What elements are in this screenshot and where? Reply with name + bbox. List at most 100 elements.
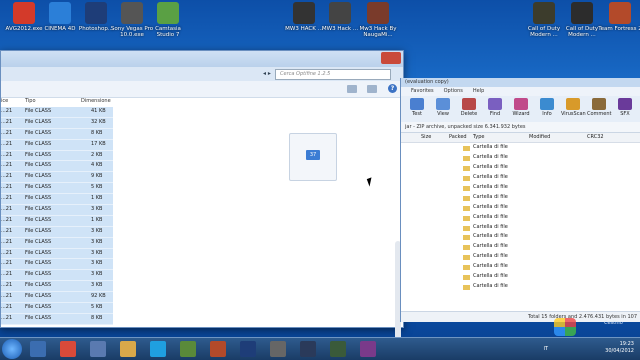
column-packed[interactable]: Packed [449, 133, 467, 142]
tf2-icon[interactable] [210, 341, 226, 357]
menu-item[interactable]: Help [473, 88, 484, 94]
archive-row[interactable]: Cartella di file [401, 203, 640, 213]
language-indicator[interactable]: IT [543, 346, 548, 352]
media-player-icon[interactable] [90, 341, 106, 357]
archive-row[interactable]: Cartella di file [401, 173, 640, 183]
file-prefix: ...21 [1, 260, 13, 267]
toolbar-button[interactable]: SFX [613, 98, 637, 117]
app-icon [13, 2, 35, 24]
file-row[interactable]: ...21 File CLASS 8 KB [1, 128, 113, 140]
archive-row[interactable]: Cartella di file [401, 193, 640, 203]
toolbar-button[interactable]: Comment [587, 98, 612, 117]
archive-row[interactable]: Cartella di file [401, 153, 640, 163]
file-list: ...21 File CLASS 41 KB ...21 File CLASS 32 KB… [1, 107, 113, 325]
archive-row[interactable]: Cartella di file [401, 223, 640, 233]
toolbar-button[interactable]: Wizard [509, 98, 533, 117]
file-prefix: ...21 [1, 293, 13, 300]
toolbar-button[interactable]: VirusScan [561, 98, 586, 117]
explorer-window[interactable]: ◂ ▸ Cerca Optifine 1.2.5 ? ice Tipo Dime… [0, 50, 404, 345]
winrar-icon[interactable] [360, 341, 376, 357]
skype-icon[interactable] [150, 341, 166, 357]
desktop-icon[interactable]: Team Fortress 2 [598, 2, 640, 32]
archive-row[interactable]: Cartella di file [401, 242, 640, 252]
file-row[interactable]: ...21 File CLASS 5 KB [1, 303, 113, 314]
menu-item[interactable]: Options [444, 88, 463, 94]
file-row[interactable]: ...21 File CLASS 3 KB [1, 226, 113, 238]
file-row[interactable]: ...21 File CLASS 17 KB [1, 139, 113, 151]
minecraft-icon[interactable] [180, 341, 196, 357]
file-row[interactable]: ...21 File CLASS 3 KB [1, 281, 113, 293]
column-type[interactable]: Tipo [25, 98, 36, 104]
file-type: File CLASS [25, 129, 52, 136]
archive-row[interactable]: Cartella di file [401, 232, 640, 242]
tool-icon [514, 98, 528, 110]
photoshop-icon[interactable] [240, 341, 256, 357]
file-row[interactable]: ...21 File CLASS 41 KB [1, 107, 113, 118]
desktop-icon[interactable]: Camtasia Studio 7 [146, 2, 190, 38]
column-size[interactable]: Dimensione [81, 98, 111, 104]
game-icon[interactable] [330, 341, 346, 357]
archive-row[interactable]: Cartella di file [401, 213, 640, 223]
recycle-bin-label[interactable]: Cestino [604, 320, 623, 326]
view-options-icon[interactable] [347, 85, 357, 93]
file-row[interactable]: ...21 File CLASS 5 KB [1, 183, 113, 195]
toolbar-button[interactable]: Test [405, 98, 429, 117]
file-row[interactable]: ...21 File CLASS 3 KB [1, 259, 113, 271]
folder-icon [463, 165, 470, 171]
start-button[interactable] [2, 339, 22, 359]
file-row[interactable]: ...21 File CLASS 1 KB [1, 215, 113, 227]
file-row[interactable]: ...21 File CLASS 3 KB [1, 237, 113, 249]
column-modified[interactable]: Modified [529, 133, 550, 142]
desktop-icon[interactable]: Mw3 Hack By NaugaMi... [356, 2, 400, 38]
file-row[interactable]: ...21 File CLASS 3 KB [1, 205, 113, 216]
toolbar-button[interactable]: Find [483, 98, 507, 117]
system-clock[interactable]: 19:23 30/04/2012 [605, 341, 634, 355]
menu-item[interactable]: Favorites [411, 88, 434, 94]
file-row[interactable]: ...21 File CLASS 3 KB [1, 270, 113, 282]
file-row[interactable]: ...21 File CLASS 3 KB [1, 248, 113, 260]
file-thumbnail[interactable]: 37 [289, 133, 337, 181]
file-prefix: ...21 [1, 108, 13, 114]
chrome-icon[interactable] [60, 341, 76, 357]
preview-pane-icon[interactable] [367, 85, 377, 93]
toolbar-button[interactable]: View [431, 98, 455, 117]
archive-row[interactable]: Cartella di file [401, 282, 640, 292]
file-type: File CLASS [25, 314, 52, 321]
column-type[interactable]: Type [473, 133, 484, 142]
archive-row[interactable]: Cartella di file [401, 163, 640, 173]
help-icon[interactable]: ? [388, 84, 397, 93]
file-row[interactable]: ...21 File CLASS 92 KB [1, 292, 113, 304]
winrar-menu: Favorites Options Help [401, 87, 640, 96]
file-row[interactable]: ...21 File CLASS 8 KB [1, 313, 113, 325]
archive-row[interactable]: Cartella di file [401, 272, 640, 282]
file-row[interactable]: ...21 File CLASS 4 KB [1, 161, 113, 173]
steam-icon[interactable] [300, 341, 316, 357]
explorer-icon[interactable] [30, 341, 46, 357]
toolbar-button[interactable]: Info [535, 98, 559, 117]
file-row[interactable]: ...21 File CLASS 2 KB [1, 150, 113, 162]
file-row[interactable]: ...21 File CLASS 1 KB [1, 194, 113, 206]
column-crc[interactable]: CRC32 [587, 133, 604, 142]
column-size[interactable]: Size [421, 133, 431, 142]
folder-icon[interactable] [120, 341, 136, 357]
archive-row[interactable]: Cartella di file [401, 183, 640, 193]
archive-row[interactable]: Cartella di file [401, 252, 640, 262]
archive-row[interactable]: Cartella di file [401, 143, 640, 153]
winrar-window[interactable]: (evaluation copy) Favorites Options Help T… [400, 78, 640, 322]
desktop-icon-label: Camtasia Studio 7 [155, 26, 181, 38]
file-type: File CLASS [25, 282, 52, 289]
archive-row[interactable]: Cartella di file [401, 262, 640, 272]
file-row[interactable]: ...21 File CLASS 9 KB [1, 172, 113, 184]
app-icon[interactable] [270, 341, 286, 357]
row-type: Cartella di file [473, 233, 508, 240]
close-button[interactable] [381, 52, 401, 64]
nav-arrows-icon[interactable]: ◂ ▸ [263, 70, 271, 77]
file-size: 41 KB [91, 108, 106, 114]
app-icon [121, 2, 143, 24]
search-input[interactable]: Cerca Optifine 1.2.5 [275, 69, 391, 80]
file-type: File CLASS [25, 216, 52, 223]
toolbar-button[interactable]: Delete [457, 98, 481, 117]
file-row[interactable]: ...21 File CLASS 32 KB [1, 117, 113, 129]
file-type: File CLASS [25, 260, 52, 267]
tool-icon [540, 98, 554, 110]
